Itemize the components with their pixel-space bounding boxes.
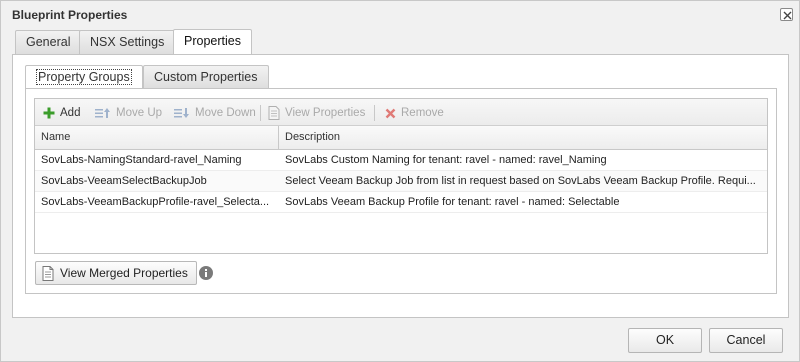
tab-properties-label: Properties <box>184 34 241 48</box>
tab-property-groups-label: Property Groups <box>36 69 132 85</box>
grid-header: Name Description <box>35 126 767 150</box>
column-header-name[interactable]: Name <box>35 126 279 149</box>
blueprint-properties-dialog: Blueprint Properties General NSX Setting… <box>0 0 800 362</box>
view-properties-label: View Properties <box>285 107 366 119</box>
cancel-button[interactable]: Cancel <box>709 328 783 353</box>
info-icon[interactable] <box>199 266 213 280</box>
table-row[interactable]: SovLabs-NamingStandard-ravel_Naming SovL… <box>35 150 767 171</box>
row-description: Select Veeam Backup Job from list in req… <box>285 175 756 187</box>
properties-panel: Property Groups Custom Properties Add Mo… <box>12 54 789 318</box>
move-down-icon <box>174 108 189 118</box>
tab-property-groups[interactable]: Property Groups <box>25 65 143 89</box>
move-down-button[interactable]: Move Down <box>174 105 256 121</box>
tab-nsx-settings[interactable]: NSX Settings <box>79 30 176 54</box>
tab-general[interactable]: General <box>15 30 82 54</box>
remove-label: Remove <box>401 107 444 119</box>
view-merged-properties-button[interactable]: View Merged Properties <box>35 261 197 285</box>
view-merged-properties-label: View Merged Properties <box>60 266 188 280</box>
property-groups-panel: Add Move Up Move Down View Properties Re… <box>25 88 777 294</box>
table-row[interactable]: SovLabs-VeeamBackupProfile-ravel_Selecta… <box>35 192 767 213</box>
remove-button[interactable]: Remove <box>385 105 444 121</box>
row-description: SovLabs Veeam Backup Profile for tenant:… <box>285 196 620 208</box>
move-up-button[interactable]: Move Up <box>95 105 162 121</box>
tab-nsx-settings-label: NSX Settings <box>90 35 165 49</box>
close-icon <box>783 11 792 20</box>
add-button[interactable]: Add <box>43 105 80 121</box>
tab-general-label: General <box>26 35 71 49</box>
move-up-icon <box>95 108 110 118</box>
tab-custom-properties[interactable]: Custom Properties <box>143 65 269 88</box>
close-button[interactable] <box>780 8 793 21</box>
row-name: SovLabs-VeeamSelectBackupJob <box>41 175 207 187</box>
plus-icon <box>43 107 55 119</box>
view-properties-button[interactable]: View Properties <box>268 105 365 121</box>
column-header-description[interactable]: Description <box>279 126 767 149</box>
grid-toolbar: Add Move Up Move Down View Properties Re… <box>35 99 767 126</box>
row-name: SovLabs-VeeamBackupProfile-ravel_Selecta… <box>41 196 270 208</box>
document-icon <box>42 265 54 281</box>
tab-custom-properties-label: Custom Properties <box>154 70 258 84</box>
property-groups-grid: Add Move Up Move Down View Properties Re… <box>34 98 768 254</box>
toolbar-separator <box>374 105 375 121</box>
move-down-label: Move Down <box>195 107 256 119</box>
move-up-label: Move Up <box>116 107 163 119</box>
table-row[interactable]: SovLabs-VeeamSelectBackupJob Select Veea… <box>35 171 767 192</box>
row-description: SovLabs Custom Naming for tenant: ravel … <box>285 154 607 166</box>
toolbar-separator <box>260 105 261 121</box>
add-label: Add <box>60 107 81 119</box>
tab-properties[interactable]: Properties <box>173 29 252 55</box>
dialog-title: Blueprint Properties <box>12 8 128 22</box>
remove-x-icon <box>385 108 396 118</box>
document-icon <box>268 106 280 120</box>
row-name: SovLabs-NamingStandard-ravel_Naming <box>41 154 242 166</box>
ok-button[interactable]: OK <box>628 328 702 353</box>
